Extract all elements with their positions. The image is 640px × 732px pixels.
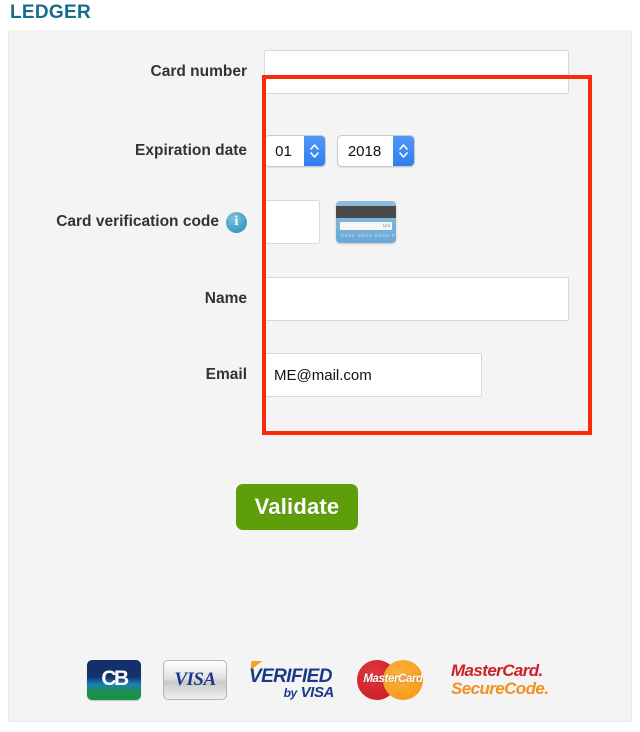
info-icon[interactable]: i xyxy=(226,211,247,233)
payment-page: LEDGER Card number Expiration date 01 20… xyxy=(0,0,640,732)
form-row-card-number: Card number xyxy=(9,48,633,96)
field-name xyxy=(264,277,569,321)
visa-logo-text: VISA xyxy=(174,669,216,690)
securecode-line2: SecureCode. xyxy=(451,679,549,698)
field-expiration-date: 01 2018 xyxy=(264,135,415,167)
signature-panel: 123 xyxy=(340,222,392,230)
verified-by-visa-logo: VERIFIED by VISA xyxy=(249,659,335,701)
cb-logo-text: CB xyxy=(101,667,129,690)
cb-logo: CB xyxy=(87,660,141,700)
form-row-cvc: Card verification code i 123 0000 0000 0… xyxy=(9,198,633,246)
field-email xyxy=(264,353,482,397)
field-cvc: 123 0000 0000 0000 0000 xyxy=(264,200,396,244)
card-number-input[interactable] xyxy=(264,50,569,94)
stepper-arrows-icon[interactable] xyxy=(304,136,325,166)
label-cvc: Card verification code xyxy=(56,213,219,230)
expiration-month-value: 01 xyxy=(275,142,292,160)
label-email: Email xyxy=(205,366,247,383)
label-name: Name xyxy=(204,290,247,307)
magnetic-stripe xyxy=(336,206,396,218)
expiration-month-select[interactable]: 01 xyxy=(264,135,326,167)
securecode-line1: MasterCard. xyxy=(451,661,543,680)
credit-card-back-icon: 123 0000 0000 0000 0000 xyxy=(336,201,396,243)
mastercard-logo: MasterCard xyxy=(357,658,429,702)
card-sample-digits: 0000 0000 0000 0000 xyxy=(341,233,396,238)
field-card-number xyxy=(264,50,569,94)
email-input[interactable] xyxy=(264,353,482,397)
mastercard-logo-text: MasterCard xyxy=(363,673,423,685)
visa-logo: VISA xyxy=(163,660,227,700)
vbv-line2: by VISA xyxy=(283,684,335,701)
payment-logos: CB VISA VERIFIED by VISA MasterCard Mast… xyxy=(9,658,633,702)
stepper-arrows-icon[interactable] xyxy=(393,136,414,166)
vbv-by-text: by xyxy=(283,686,298,700)
form-row-name: Name xyxy=(9,275,633,323)
mastercard-securecode-logo: MasterCard. SecureCode. xyxy=(451,659,555,701)
label-card-number: Card number xyxy=(150,63,247,80)
validate-button[interactable]: Validate xyxy=(236,484,358,530)
payment-form-panel: Card number Expiration date 01 2018 Card… xyxy=(8,30,632,722)
label-expiration-date: Expiration date xyxy=(135,142,247,159)
cvc-sample-code: 123 xyxy=(382,223,390,228)
cvc-input[interactable] xyxy=(264,200,320,244)
vbv-visa-text: VISA xyxy=(300,684,335,701)
page-title: LEDGER xyxy=(10,2,91,23)
name-input[interactable] xyxy=(264,277,569,321)
expiration-year-value: 2018 xyxy=(347,142,382,160)
form-row-email: Email xyxy=(9,351,633,399)
form-row-expiration-date: Expiration date 01 2018 xyxy=(9,133,633,169)
expiration-year-select[interactable]: 2018 xyxy=(337,135,415,167)
label-cvc-group: Card verification code i xyxy=(9,211,247,233)
